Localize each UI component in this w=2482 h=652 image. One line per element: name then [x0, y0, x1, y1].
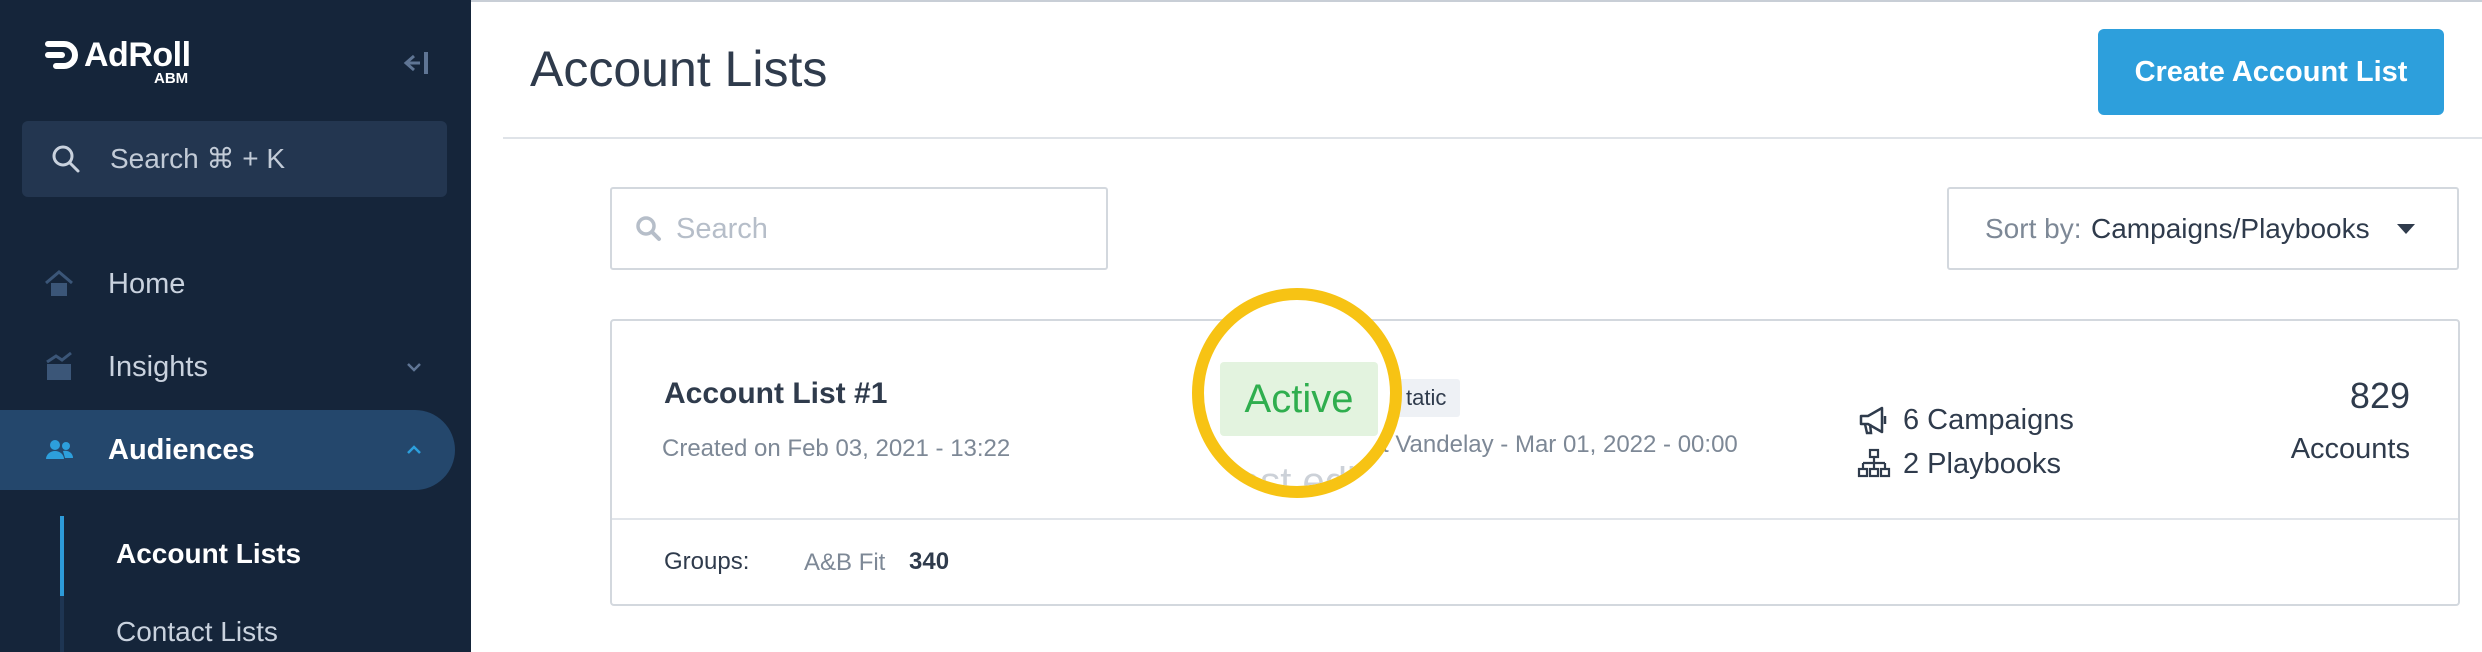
sort-selected-value: Campaigns/Playbooks: [2091, 212, 2370, 244]
sort-dropdown[interactable]: Sort by: Campaigns/Playbooks: [1947, 187, 2459, 270]
playbooks-count: 2 Playbooks: [1903, 447, 2061, 480]
group-count: 340: [909, 548, 950, 575]
page-title: Account Lists: [530, 41, 828, 97]
chevron-down-icon: [407, 363, 421, 372]
status-badge: Active: [1220, 362, 1378, 436]
account-list-created: Created on Feb 03, 2021 - 13:22: [662, 435, 1011, 462]
sidebar-item-home[interactable]: Home: [0, 244, 455, 324]
megaphone-icon: [1859, 406, 1887, 435]
sidebar-item-label: Insights: [108, 351, 208, 383]
home-icon: [45, 270, 73, 296]
sidebar-item-audiences[interactable]: Audiences: [0, 410, 455, 490]
playbooks-metric[interactable]: 2 Playbooks: [1857, 447, 2061, 481]
create-account-list-button[interactable]: Create Account List: [2098, 29, 2444, 115]
sidebar-subitem-contact-lists[interactable]: Contact Lists: [116, 616, 278, 648]
adroll-logo-icon: [45, 41, 78, 69]
logo-subtitle: ABM: [154, 70, 189, 87]
submenu-active-indicator: [60, 516, 64, 596]
chevron-up-icon: [407, 445, 421, 454]
hierarchy-icon: [1857, 448, 1891, 478]
collapse-sidebar-icon[interactable]: [398, 48, 432, 78]
list-type-badge: tatic: [1392, 379, 1461, 417]
sort-label: Sort by:: [1985, 212, 2082, 244]
sidebar-item-label: Audiences: [108, 434, 255, 466]
audiences-icon: [46, 440, 74, 459]
global-search[interactable]: Search ⌘ + K: [22, 121, 447, 197]
top-border: [471, 0, 2482, 2]
campaigns-count: 6 Campaigns: [1903, 403, 2074, 436]
sidebar-subitem-account-lists[interactable]: Account Lists: [116, 538, 301, 570]
sidebar: AdRoll ABM Search ⌘ + K Home Insights Au…: [0, 0, 471, 652]
account-list-search: [610, 187, 1108, 270]
global-search-label: Search ⌘ + K: [110, 143, 286, 174]
insights-icon: [46, 351, 72, 380]
account-list-card[interactable]: Account List #1 Created on Feb 03, 2021 …: [610, 319, 2460, 606]
account-list-name[interactable]: Account List #1: [664, 377, 887, 411]
search-icon: [636, 216, 661, 241]
last-edited-info: rt Vandelay - Mar 01, 2022 - 00:00: [1374, 431, 1738, 458]
accounts-count: 829: [2349, 375, 2410, 416]
sidebar-item-label: Home: [108, 268, 186, 300]
caret-down-icon: [2397, 224, 2415, 234]
card-divider: [612, 518, 2458, 520]
logo-text: AdRoll: [84, 36, 191, 74]
adroll-logo[interactable]: AdRoll: [44, 38, 191, 72]
search-input[interactable]: [674, 203, 1098, 255]
header-divider: [503, 137, 2482, 139]
campaigns-metric[interactable]: 6 Campaigns: [1857, 403, 2074, 437]
search-icon: [52, 145, 80, 173]
sidebar-item-insights[interactable]: Insights: [0, 327, 455, 407]
groups-label: Groups:: [664, 548, 750, 575]
accounts-label: Accounts: [2290, 433, 2410, 465]
group-name[interactable]: A&B Fit: [804, 549, 885, 577]
